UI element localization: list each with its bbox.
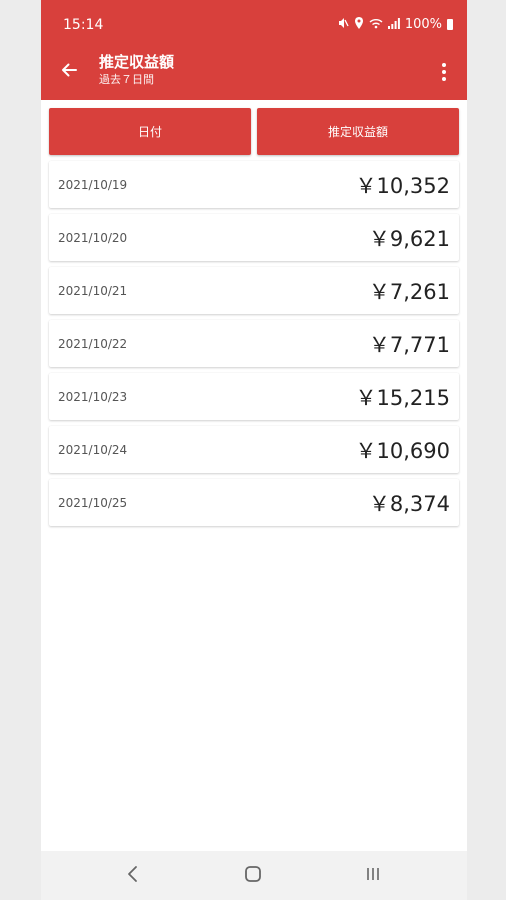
title-block: 推定収益額 過去７日間 [99,52,174,88]
page-subtitle: 過去７日間 [99,73,154,86]
earnings-list: 2021/10/19 ￥10,352 2021/10/20 ￥9,621 202… [49,161,459,532]
wifi-icon [369,18,383,32]
back-button[interactable] [53,56,85,88]
back-nav-icon [127,865,139,887]
back-arrow-icon [60,61,78,83]
row-amount: ￥8,374 [368,491,450,516]
status-icons: 100% [337,17,453,32]
nav-home-button[interactable] [239,863,267,889]
row-date: 2021/10/25 [58,495,128,510]
battery-text: 100% [404,17,442,32]
table-row[interactable]: 2021/10/20 ￥9,621 [49,214,459,261]
table-row[interactable]: 2021/10/19 ￥10,352 [49,161,459,208]
row-date: 2021/10/20 [58,230,128,245]
table-row[interactable]: 2021/10/22 ￥7,771 [49,320,459,367]
nav-back-button[interactable] [119,863,147,889]
more-vert-icon-dot [442,77,446,81]
table-header: 日付 推定収益額 [49,108,459,155]
status-bar: 15:14 100% [41,0,467,44]
row-amount: ￥10,690 [355,438,450,463]
row-date: 2021/10/23 [58,389,128,404]
home-nav-icon [244,865,262,887]
row-amount: ￥9,621 [368,226,450,251]
more-options-button[interactable] [431,58,457,86]
table-row[interactable]: 2021/10/24 ￥10,690 [49,426,459,473]
battery-icon [447,19,453,30]
row-amount: ￥7,261 [368,279,450,304]
row-date: 2021/10/21 [58,283,128,298]
row-amount: ￥15,215 [355,385,450,410]
row-amount: ￥10,352 [355,173,450,198]
sort-by-date-button[interactable]: 日付 [49,108,251,155]
row-date: 2021/10/22 [58,336,128,351]
nav-recents-button[interactable] [359,863,387,889]
page-title: 推定収益額 [99,53,175,71]
table-row[interactable]: 2021/10/21 ￥7,261 [49,267,459,314]
signal-icon [387,17,400,32]
row-date: 2021/10/19 [58,177,128,192]
status-time: 15:14 [63,17,104,33]
more-vert-icon-dot [442,63,446,67]
table-row[interactable]: 2021/10/25 ￥8,374 [49,479,459,526]
more-vert-icon-dot [442,70,446,74]
recents-nav-icon [365,866,381,886]
phone-screen: 15:14 100% 推定収益額 過去７日間 日付 推定収益額 2021/10/… [41,0,467,900]
mute-icon [337,17,349,32]
row-amount: ￥7,771 [368,332,450,357]
system-nav-bar [41,851,467,900]
sort-by-earnings-button[interactable]: 推定収益額 [257,108,459,155]
location-icon [354,17,364,32]
table-row[interactable]: 2021/10/23 ￥15,215 [49,373,459,420]
app-bar: 推定収益額 過去７日間 [41,44,467,100]
row-date: 2021/10/24 [58,442,128,457]
